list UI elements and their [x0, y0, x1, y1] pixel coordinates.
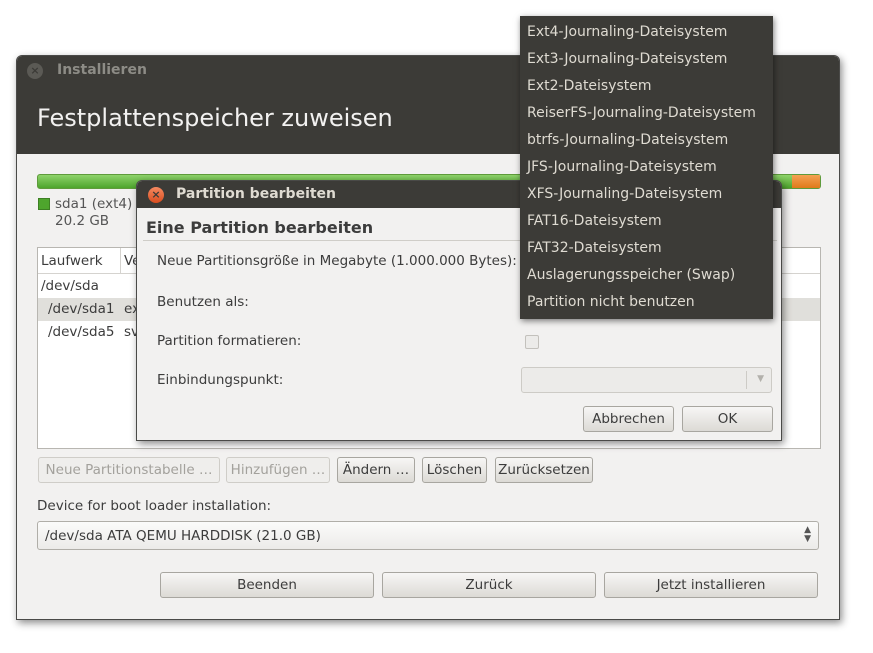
format-partition-label: Partition formatieren: — [157, 333, 302, 349]
close-icon[interactable]: × — [27, 63, 43, 79]
delete-partition-button[interactable]: Löschen — [422, 457, 487, 483]
row-device: /dev/sda — [41, 278, 99, 294]
boot-loader-value: /dev/sda ATA QEMU HARDDISK (21.0 GB) — [45, 528, 321, 544]
column-header-drive[interactable]: Laufwerk — [41, 253, 103, 269]
legend-name: sda1 (ext4) — [55, 196, 133, 212]
column-separator — [120, 248, 121, 274]
add-partition-button[interactable]: Hinzufügen … — [226, 457, 330, 483]
mount-point-label: Einbindungspunkt: — [157, 372, 284, 388]
install-now-button[interactable]: Jetzt installieren — [604, 572, 818, 598]
row-device: /dev/sda1 — [48, 301, 115, 317]
back-button[interactable]: Zurück — [382, 572, 596, 598]
mount-point-select[interactable]: ▼ — [521, 367, 772, 393]
window-title: Installieren — [57, 62, 147, 78]
chevron-down-icon: ▼ — [757, 374, 764, 384]
quit-button[interactable]: Beenden — [160, 572, 374, 598]
menu-item-ext4[interactable]: Ext4-Journaling-Dateisystem — [527, 24, 727, 40]
close-icon[interactable]: × — [148, 187, 164, 203]
dialog-title: Partition bearbeiten — [176, 186, 337, 202]
menu-item-do-not-use[interactable]: Partition nicht benutzen — [527, 294, 695, 310]
menu-item-ext3[interactable]: Ext3-Journaling-Dateisystem — [527, 51, 727, 67]
ok-button[interactable]: OK — [682, 406, 773, 432]
menu-item-reiserfs[interactable]: ReiserFS-Journaling-Dateisystem — [527, 105, 756, 121]
menu-item-btrfs[interactable]: btrfs-Journaling-Dateisystem — [527, 132, 728, 148]
dialog-heading: Eine Partition bearbeiten — [146, 218, 374, 237]
partition-bar-swap-segment — [792, 175, 820, 188]
partition-size-label: Neue Partitionsgröße in Megabyte (1.000.… — [157, 253, 517, 269]
row-device: /dev/sda5 — [48, 324, 115, 340]
new-partition-table-button[interactable]: Neue Partitionstabelle … — [38, 457, 220, 483]
change-partition-button[interactable]: Ändern … — [337, 457, 415, 483]
legend-size: 20.2 GB — [55, 213, 110, 229]
menu-item-fat16[interactable]: FAT16-Dateisystem — [527, 213, 662, 229]
revert-button[interactable]: Zurücksetzen — [495, 457, 593, 483]
menu-item-swap[interactable]: Auslagerungsspeicher (Swap) — [527, 267, 735, 283]
updown-arrow-icon: ▲ ▼ — [804, 525, 811, 544]
legend-swatch — [38, 198, 50, 210]
use-as-label: Benutzen als: — [157, 294, 249, 310]
filesystem-dropdown-menu: Ext4-Journaling-Dateisystem Ext3-Journal… — [520, 16, 773, 319]
menu-item-ext2[interactable]: Ext2-Dateisystem — [527, 78, 652, 94]
menu-item-fat32[interactable]: FAT32-Dateisystem — [527, 240, 662, 256]
boot-loader-select[interactable]: /dev/sda ATA QEMU HARDDISK (21.0 GB) ▲ ▼ — [37, 521, 819, 550]
boot-loader-label: Device for boot loader installation: — [37, 498, 272, 514]
cancel-button[interactable]: Abbrechen — [583, 406, 674, 432]
page-title: Festplattenspeicher zuweisen — [37, 104, 393, 132]
format-partition-checkbox[interactable] — [525, 335, 539, 349]
combo-divider — [746, 371, 747, 389]
menu-item-xfs[interactable]: XFS-Journaling-Dateisystem — [527, 186, 722, 202]
menu-item-jfs[interactable]: JFS-Journaling-Dateisystem — [527, 159, 717, 175]
